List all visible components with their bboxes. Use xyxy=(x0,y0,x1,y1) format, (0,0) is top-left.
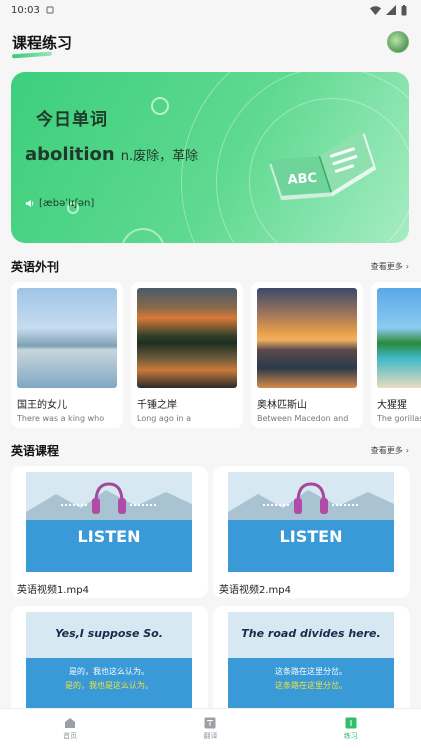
nav-label: 翻译 xyxy=(203,731,218,740)
page-title: 课程练习 xyxy=(11,32,73,58)
decor-ring xyxy=(121,228,165,243)
course-thumbnail: Yes,I suppose So. 是的，我也这么认为。 是的，我也是这么认为。 xyxy=(26,612,192,712)
magazine-thumbnail-beach xyxy=(377,288,421,388)
magazine-title: 国王的女儿 xyxy=(17,400,67,411)
magazines-see-more[interactable]: 查看更多 › xyxy=(371,261,409,272)
book-text: ABC xyxy=(287,171,317,188)
course-thumb-line: 这条路在这里分岔。 xyxy=(275,666,347,676)
nav-label: 首页 xyxy=(63,731,78,740)
chevron-right-icon: › xyxy=(405,445,409,455)
course-thumb-line: 是的，我也是这么认为。 xyxy=(65,680,153,690)
course-card[interactable]: Yes,I suppose So. 是的，我也这么认为。 是的，我也是这么认为。 xyxy=(11,606,208,716)
course-thumb-line: 这条路在这里分岔。 xyxy=(275,680,347,690)
magazine-thumbnail-sunset xyxy=(257,288,357,388)
battery-icon xyxy=(401,4,407,15)
magazines-section-title: 英语外刊 xyxy=(11,259,60,274)
course-thumb-line: 是的，我也这么认为。 xyxy=(69,666,149,676)
magazine-card[interactable]: 国王的女儿 There was a king who xyxy=(11,282,123,428)
magazine-thumbnail-lake xyxy=(17,288,117,388)
daily-word: abolition xyxy=(25,144,115,165)
course-card[interactable]: LISTEN 英语视频2.mp4 xyxy=(213,466,410,598)
speaker-icon[interactable] xyxy=(25,199,34,208)
course-thumbnail: The road divides here. 这条路在这里分岔。 这条路在这里分… xyxy=(228,612,394,712)
phonetic-row[interactable]: [æbəˈlɪʃən] xyxy=(25,198,94,209)
course-thumb-text: LISTEN xyxy=(78,527,141,546)
see-more-label: 查看更多 xyxy=(370,445,403,455)
magazine-subtitle: Between Macedon and xyxy=(257,414,349,423)
magazine-title: 千锤之岸 xyxy=(137,400,177,411)
course-thumb-title: Yes,I suppose So. xyxy=(55,627,163,640)
page-title-text: 课程练习 xyxy=(12,33,73,52)
daily-word-card[interactable]: 今日单词 abolition n.废除，革除 [æbəˈlɪʃən] ABC xyxy=(11,72,409,243)
course-card[interactable]: The road divides here. 这条路在这里分岔。 这条路在这里分… xyxy=(213,606,410,716)
course-title: 英语视频2.mp4 xyxy=(219,585,291,596)
magazine-card[interactable]: 奥林匹斯山 Between Macedon and xyxy=(251,282,363,428)
avatar[interactable] xyxy=(387,31,409,53)
notification-icon xyxy=(46,6,54,14)
word-row: abolition n.废除，革除 xyxy=(25,144,198,165)
nav-label: 练习 xyxy=(343,731,358,740)
chevron-right-icon: › xyxy=(405,261,409,271)
courses-see-more[interactable]: 查看更多 › xyxy=(371,445,409,456)
magazine-title: 奥林匹斯山 xyxy=(257,400,307,411)
course-thumbnail: LISTEN xyxy=(26,472,192,572)
nav-item-home[interactable]: 首页 xyxy=(30,717,110,741)
courses-section-header: 英语课程 查看更多 › xyxy=(11,440,409,460)
magazine-subtitle: There was a king who xyxy=(17,414,105,423)
magazine-card[interactable]: 千锤之岸 Long ago in a xyxy=(131,282,243,428)
magazine-subtitle: Long ago in a xyxy=(137,414,192,423)
see-more-label: 查看更多 xyxy=(370,261,403,271)
wifi-icon xyxy=(370,5,381,15)
magazine-list[interactable]: 国王的女儿 There was a king who 千锤之岸 Long ago… xyxy=(11,282,421,428)
nav-item-translate[interactable]: 翻译 xyxy=(170,717,250,741)
bottom-nav: 首页 翻译 练习 xyxy=(0,708,421,748)
app-header: 课程练习 xyxy=(0,24,421,60)
word-card-title: 今日单词 xyxy=(36,110,108,130)
course-thumb-text: LISTEN xyxy=(280,527,343,546)
nav-item-practice[interactable]: 练习 xyxy=(311,717,391,741)
word-phonetic: [æbəˈlɪʃən] xyxy=(39,198,95,209)
translate-icon xyxy=(204,717,216,728)
signal-icon xyxy=(386,5,396,15)
course-card[interactable]: LISTEN 英语视频1.mp4 xyxy=(11,466,208,598)
status-time: 10:03 xyxy=(11,4,40,16)
course-title: 英语视频1.mp4 xyxy=(17,585,89,596)
magazine-subtitle: The gorillas in xyxy=(377,414,421,423)
word-definition: n.废除，革除 xyxy=(120,149,199,164)
home-icon xyxy=(65,717,76,728)
book-icon: ABC xyxy=(269,129,377,201)
magazine-title: 大猩猩 xyxy=(377,400,407,411)
magazine-thumbnail-mountain xyxy=(137,288,237,388)
course-thumbnail: LISTEN xyxy=(228,472,394,572)
status-bar: 10:03 xyxy=(0,0,421,20)
practice-icon xyxy=(345,717,357,728)
magazines-section-header: 英语外刊 查看更多 › xyxy=(11,256,409,276)
title-underline xyxy=(11,51,53,58)
decor-bubble xyxy=(151,97,169,115)
course-thumb-title: The road divides here. xyxy=(241,627,380,640)
magazine-card[interactable]: 大猩猩 The gorillas in xyxy=(371,282,421,428)
courses-section-title: 英语课程 xyxy=(11,443,60,458)
